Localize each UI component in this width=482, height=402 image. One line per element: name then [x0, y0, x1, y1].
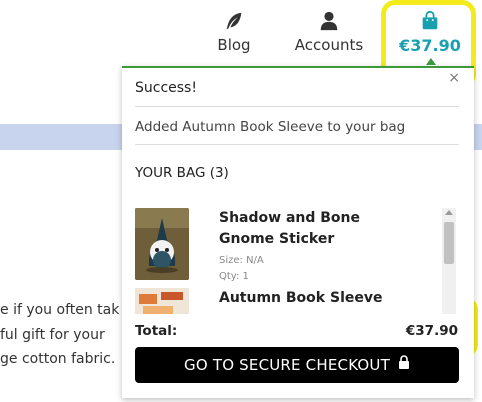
book-sleeve-thumbnail: [135, 288, 189, 314]
feather-icon: [214, 10, 254, 32]
lock-icon: [398, 346, 410, 382]
nav-blog[interactable]: Blog: [214, 10, 254, 54]
product-description-line: ful gift for your: [0, 327, 105, 343]
bag-item-qty: Qty: 1: [219, 271, 249, 282]
nav-cart-total: €37.90: [399, 36, 461, 55]
nav-cart[interactable]: €37.90: [398, 10, 462, 55]
total-label: Total:: [135, 323, 178, 339]
dropdown-caret: [426, 58, 436, 65]
added-to-bag-message: Added Autumn Book Sleeve to your bag: [135, 119, 406, 135]
secure-checkout-button[interactable]: GO TO SECURE CHECKOUT: [135, 347, 459, 383]
bag-item-size: Size: N/A: [219, 255, 264, 266]
bag-item-name: Shadow and Bone Gnome Sticker: [219, 210, 361, 247]
scroll-up-arrow-icon[interactable]: [445, 210, 453, 215]
nav-accounts-label: Accounts: [294, 36, 364, 54]
close-button[interactable]: ×: [448, 70, 460, 86]
bag-heading: YOUR BAG (3): [135, 165, 229, 181]
success-title: Success!: [135, 80, 197, 96]
gnome-sticker-thumbnail: [135, 208, 189, 280]
bag-dropdown: × Success! Added Autumn Book Sleeve to y…: [122, 66, 474, 398]
divider: [135, 106, 459, 107]
scrollbar-thumb[interactable]: [444, 222, 454, 264]
nav-accounts[interactable]: Accounts: [292, 10, 366, 54]
user-icon: [292, 10, 366, 32]
bag-item-name: Autumn Book Sleeve: [219, 290, 383, 306]
total-value: €37.90: [405, 323, 458, 339]
product-description-line: e if you often tak: [0, 302, 120, 318]
bag-items-list[interactable]: Shadow and Bone Gnome Sticker Size: N/A …: [122, 204, 458, 314]
page: Blog Accounts €37.90 e if you often tak …: [0, 0, 482, 402]
shopping-bag-icon: [398, 10, 462, 32]
checkout-button-label: GO TO SECURE CHECKOUT: [184, 356, 390, 374]
bag-items-scrollbar[interactable]: [442, 208, 456, 314]
product-description-line: ge cotton fabric.: [0, 351, 116, 367]
nav-blog-label: Blog: [217, 36, 251, 54]
divider: [135, 144, 459, 145]
